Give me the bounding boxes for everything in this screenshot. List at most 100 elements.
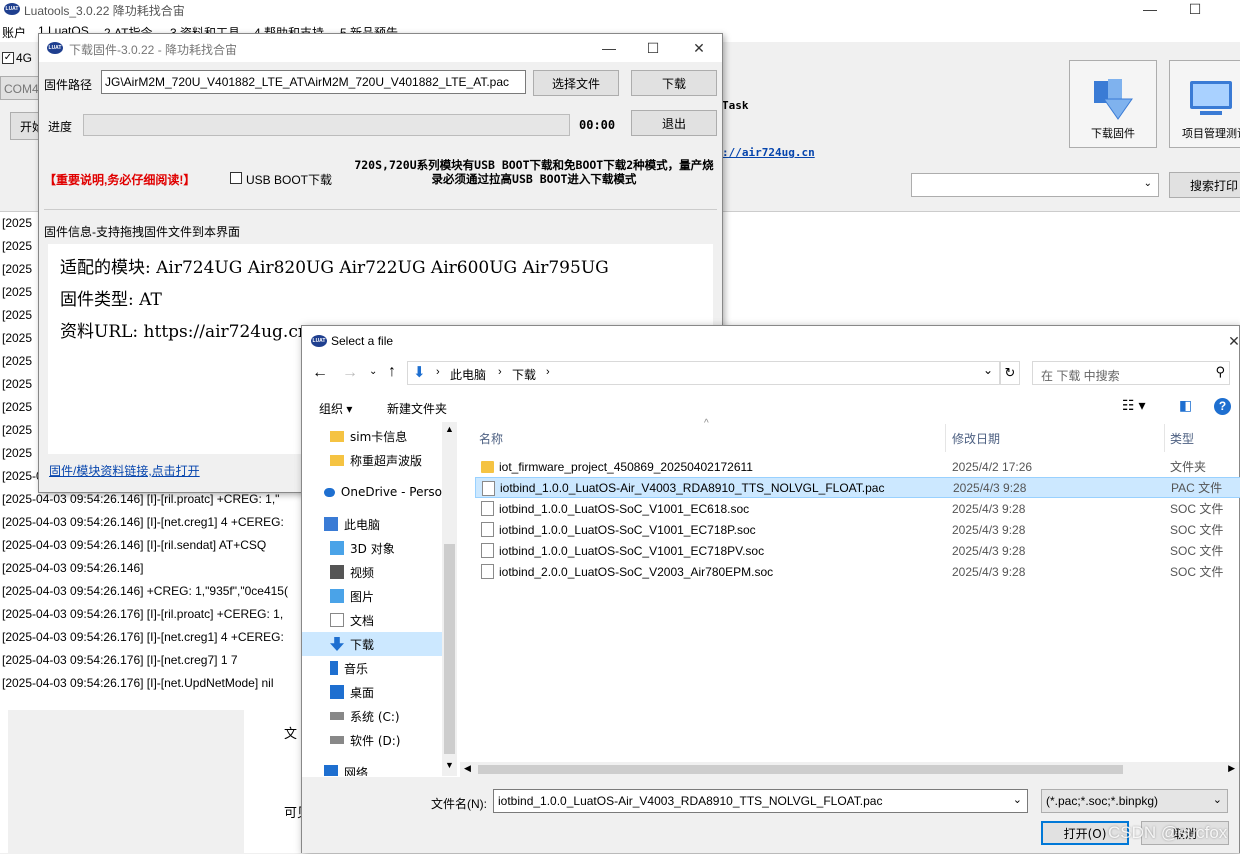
nav-scrollbar-thumb[interactable] <box>444 544 455 754</box>
nav-item[interactable]: 系统 (C:) <box>302 704 442 728</box>
file-row[interactable]: iotbind_1.0.0_LuatOS-SoC_V1001_EC618.soc… <box>475 498 1240 519</box>
maximize-icon[interactable]: ☐ <box>633 36 673 60</box>
up-arrow-icon[interactable]: ↑ <box>388 363 396 381</box>
watermark: CSDN @sucfox <box>1108 823 1228 842</box>
address-dropdown-icon[interactable]: ⌄ <box>983 363 993 377</box>
address-bar[interactable]: ⬇ › 此电脑 › 下载 › ⌄ <box>407 361 1000 385</box>
nav-item[interactable]: 网络 <box>302 760 442 776</box>
project-management-button[interactable]: 项目管理测试 <box>1169 60 1240 148</box>
nav-item[interactable]: 文档 <box>302 608 442 632</box>
file-row[interactable]: iot_firmware_project_450869_202504021726… <box>475 456 1240 477</box>
column-divider <box>1164 424 1165 452</box>
nav-item[interactable]: OneDrive - Perso <box>302 480 442 504</box>
nav-item[interactable]: 桌面 <box>302 680 442 704</box>
log-line: [2025 <box>2 262 33 276</box>
folder-icon <box>330 454 344 466</box>
nav-item-label: 此电脑 <box>344 517 381 532</box>
file-date: 2025/4/3 9:28 <box>952 501 1026 516</box>
horizontal-scrollbar[interactable]: ◀ ▶ <box>460 762 1239 777</box>
horizontal-scrollbar-thumb[interactable] <box>478 765 1123 774</box>
nav-item-label: 软件 (D:) <box>350 733 401 748</box>
nav-item-label: 3D 对象 <box>350 541 395 556</box>
download-firmware-button[interactable]: 下载固件 <box>1069 60 1157 148</box>
task-text: Task <box>722 99 749 112</box>
doc-url-link[interactable]: ://air724ug.cn <box>722 146 815 159</box>
filename-input[interactable]: iotbind_1.0.0_LuatOS-Air_V4003_RDA8910_T… <box>493 789 1028 813</box>
breadcrumb-separator: › <box>546 366 550 378</box>
nav-item[interactable]: 软件 (D:) <box>302 728 442 752</box>
refresh-icon: ↻ <box>1004 365 1016 380</box>
drive-icon <box>330 712 344 720</box>
chevron-down-icon[interactable]: ⌄ <box>1013 793 1022 806</box>
nav-item[interactable]: 3D 对象 <box>302 536 442 560</box>
nav-item-label: OneDrive - Perso <box>340 485 442 499</box>
column-name[interactable]: 名称 <box>479 430 503 447</box>
file-date: 2025/4/3 9:28 <box>952 522 1026 537</box>
nav-item[interactable]: 音乐 <box>302 656 442 680</box>
view-options-icon[interactable]: ☷ ▾ <box>1122 397 1145 414</box>
file-name: iot_firmware_project_450869_202504021726… <box>499 459 753 474</box>
exit-button[interactable]: 退出 <box>631 110 717 136</box>
preview-pane-icon[interactable]: ◧ <box>1179 397 1192 414</box>
nav-item[interactable]: 此电脑 <box>302 512 442 536</box>
forward-arrow-icon[interactable]: → <box>342 364 358 382</box>
minimize-icon[interactable]: — <box>589 36 629 60</box>
firmware-docs-link[interactable]: 固件/模块资料链接,点击打开 <box>49 462 200 479</box>
file-type-select[interactable]: (*.pac;*.soc;*.binpkg) ⌄ <box>1041 789 1228 813</box>
file-type: 文件夹 <box>1170 460 1207 474</box>
breadcrumb-downloads[interactable]: 下载 <box>512 366 536 383</box>
nav-item-label: 视频 <box>350 565 375 580</box>
port-select[interactable]: COM4 <box>0 76 40 100</box>
nav-scrollbar[interactable]: ▲ ▼ <box>442 422 457 776</box>
desktop-icon <box>330 685 344 699</box>
nav-item[interactable]: 下载 <box>302 632 442 656</box>
file-row[interactable]: iotbind_1.0.0_LuatOS-SoC_V1001_EC718P.so… <box>475 519 1240 540</box>
refresh-button[interactable]: ↻ <box>1000 361 1020 385</box>
file-name: iotbind_1.0.0_LuatOS-SoC_V1001_EC718PV.s… <box>499 543 765 558</box>
usb-boot-checkbox[interactable] <box>230 172 242 184</box>
firmware-path-input[interactable]: JG\AirM2M_720U_V401882_LTE_AT\AirM2M_720… <box>101 70 526 94</box>
column-divider <box>945 424 946 452</box>
nav-item[interactable]: sim卡信息 <box>302 424 442 448</box>
info-line-url: 资料URL: https://air724ug.cn <box>60 322 309 342</box>
nav-item[interactable]: 称重超声波版 <box>302 448 442 472</box>
firmware-info-header: 固件信息-支持拖拽固件文件到本界面 <box>44 225 240 239</box>
recent-chevron-icon[interactable]: ⌄ <box>369 366 377 377</box>
help-icon[interactable]: ? <box>1214 398 1231 415</box>
download-button[interactable]: 下载 <box>631 70 717 96</box>
main-title: Luatools_3.0.22 降功耗找合宙 <box>24 4 185 18</box>
log-line: [2025 <box>2 354 33 368</box>
column-date[interactable]: 修改日期 <box>952 430 1000 447</box>
file-row[interactable]: iotbind_2.0.0_LuatOS-SoC_V2003_Air780EPM… <box>475 561 1240 582</box>
network-icon <box>324 765 338 776</box>
back-arrow-icon[interactable]: ← <box>312 364 328 382</box>
log-line: [2025 <box>2 239 33 253</box>
chevron-down-icon: ⌄ <box>1212 794 1222 806</box>
search-box[interactable]: 在 下载 中搜索 ⚲ <box>1032 361 1230 385</box>
file-row[interactable]: iotbind_1.0.0_LuatOS-Air_V4003_RDA8910_T… <box>475 477 1240 498</box>
maximize-icon[interactable]: ☐ <box>1175 0 1215 21</box>
log-line: [2025-04-03 09:54:26.176] [I]-[net.creg1… <box>2 630 284 644</box>
column-type[interactable]: 类型 <box>1170 430 1194 447</box>
select-file-button[interactable]: 选择文件 <box>533 70 619 96</box>
nav-item[interactable]: 视频 <box>302 560 442 584</box>
file-name: iotbind_1.0.0_LuatOS-SoC_V1001_EC718P.so… <box>499 522 756 537</box>
organize-menu[interactable]: 组织 ▾ <box>319 400 352 417</box>
search-placeholder: 在 下载 中搜索 <box>1041 369 1120 383</box>
command-bar: 组织 ▾ 新建文件夹 ☷ ▾ ◧ ? <box>302 392 1239 422</box>
video-icon <box>330 565 344 579</box>
file-row[interactable]: iotbind_1.0.0_LuatOS-SoC_V1001_EC718PV.s… <box>475 540 1240 561</box>
close-icon[interactable]: ✕ <box>1214 329 1240 353</box>
close-icon[interactable]: ✕ <box>679 36 719 60</box>
important-notice-link[interactable]: 【重要说明,务必仔细阅读!】 <box>44 171 195 188</box>
search-print-button[interactable]: 搜索打印 <box>1169 172 1240 198</box>
menu-account[interactable]: 账户 <box>2 24 26 41</box>
breadcrumb-this-pc[interactable]: 此电脑 <box>450 366 486 383</box>
filter-combobox[interactable]: ⌄ <box>911 173 1159 197</box>
nav-item[interactable]: 图片 <box>302 584 442 608</box>
file-type: PAC 文件 <box>1171 481 1223 495</box>
new-folder-button[interactable]: 新建文件夹 <box>387 400 447 417</box>
nav-item-label: 下载 <box>350 637 375 652</box>
device-checkbox[interactable]: ✓ <box>2 52 14 64</box>
minimize-icon[interactable]: — <box>1130 0 1170 21</box>
